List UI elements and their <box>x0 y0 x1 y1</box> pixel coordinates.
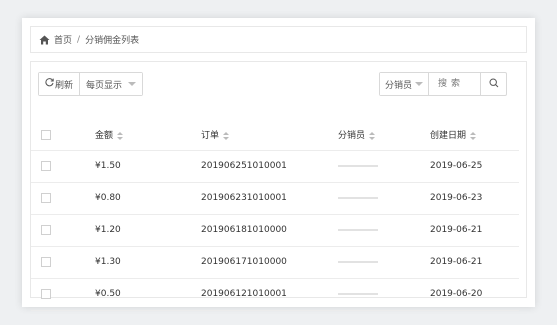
sort-icon <box>223 131 230 140</box>
amount-cell: ¥0.50 <box>83 278 191 311</box>
date-cell: 2019-06-21 <box>425 246 519 279</box>
row-check-cell <box>31 278 83 311</box>
breadcrumb-current: 分销佣金列表 <box>85 36 140 46</box>
breadcrumb-separator: / <box>77 34 81 45</box>
refresh-icon <box>45 78 54 90</box>
chevron-down-icon <box>128 82 137 86</box>
sort-icon <box>369 131 376 140</box>
commission-list-card: 首页 / 分销佣金列表 刷新 每页显示 分销员 搜索 金额 订单 分销员 创建日… <box>22 18 535 311</box>
seller-name-redacted <box>338 196 378 199</box>
table-panel: 刷新 每页显示 分销员 搜索 金额 订单 分销员 创建日期 ¥1.50 2019… <box>30 61 527 311</box>
page-size-label: 每页显示 <box>86 80 123 91</box>
seller-name-redacted <box>338 228 378 231</box>
table-row: ¥1.50 201906251010001 2019-06-25 <box>31 150 519 183</box>
seller-name-redacted <box>338 164 378 167</box>
amount-cell: ¥1.50 <box>83 150 191 183</box>
refresh-label: 刷新 <box>55 80 74 91</box>
order-cell: 201906251010001 <box>191 150 328 183</box>
page-size-dropdown[interactable]: 每页显示 <box>79 73 143 95</box>
column-header-date[interactable]: 创建日期 <box>425 120 519 151</box>
search-button[interactable] <box>480 73 506 95</box>
seller-name-redacted <box>338 292 378 295</box>
left-button-group: 刷新 每页显示 <box>38 72 144 96</box>
amount-cell: ¥1.30 <box>83 246 191 279</box>
breadcrumb: 首页 / 分销佣金列表 <box>30 26 527 53</box>
seller-cell <box>328 278 425 311</box>
order-cell: 201906121010001 <box>191 278 328 311</box>
table-header-row: 金额 订单 分销员 创建日期 <box>31 120 519 151</box>
seller-name-redacted <box>338 260 378 263</box>
breadcrumb-home-link[interactable]: 首页 <box>54 33 72 46</box>
column-header-label: 订单 <box>201 131 220 142</box>
row-check-cell <box>31 214 83 247</box>
order-cell: 201906231010001 <box>191 182 328 215</box>
commission-table: 金额 订单 分销员 创建日期 ¥1.50 201906251010001 201… <box>31 120 519 311</box>
column-header-label: 分销员 <box>338 131 366 142</box>
seller-filter-label: 分销员 <box>384 80 412 91</box>
column-header-amount[interactable]: 金额 <box>83 120 191 151</box>
amount-cell: ¥1.20 <box>83 214 191 247</box>
amount-cell: ¥0.80 <box>83 182 191 215</box>
row-checkbox[interactable] <box>41 256 51 267</box>
date-cell: 2019-06-20 <box>425 278 519 311</box>
row-checkbox[interactable] <box>41 288 51 299</box>
row-checkbox[interactable] <box>41 160 51 171</box>
search-group: 分销员 <box>378 72 507 96</box>
table-row: ¥0.50 201906121010001 2019-06-20 <box>31 278 519 311</box>
search-icon <box>488 77 499 91</box>
date-cell: 2019-06-25 <box>425 150 519 183</box>
table-row: ¥1.20 201906181010000 2019-06-21 <box>31 214 519 247</box>
row-check-cell <box>31 150 83 183</box>
chevron-down-icon <box>415 82 423 86</box>
sort-icon <box>470 131 477 140</box>
select-all-checkbox[interactable] <box>41 129 51 140</box>
column-header-label: 创建日期 <box>430 131 467 142</box>
date-cell: 2019-06-23 <box>425 182 519 215</box>
row-check-cell <box>31 246 83 279</box>
refresh-button[interactable]: 刷新 <box>39 73 80 95</box>
toolbar: 刷新 每页显示 分销员 <box>31 62 526 106</box>
select-all-cell <box>31 120 83 151</box>
home-icon[interactable] <box>39 35 50 45</box>
order-cell: 201906171010000 <box>191 246 328 279</box>
seller-cell <box>328 214 425 247</box>
table-row: ¥1.30 201906171010000 2019-06-21 <box>31 246 519 279</box>
seller-cell <box>328 246 425 279</box>
column-header-label: 金额 <box>95 131 114 142</box>
seller-cell <box>328 182 425 215</box>
seller-cell <box>328 150 425 183</box>
search-input[interactable] <box>428 73 480 95</box>
column-header-seller[interactable]: 分销员 <box>328 120 425 151</box>
column-header-order[interactable]: 订单 <box>191 120 328 151</box>
sort-icon <box>117 131 124 140</box>
row-checkbox[interactable] <box>41 192 51 203</box>
row-check-cell <box>31 182 83 215</box>
date-cell: 2019-06-21 <box>425 214 519 247</box>
seller-filter-dropdown[interactable]: 分销员 <box>379 73 428 95</box>
table-row: ¥0.80 201906231010001 2019-06-23 <box>31 182 519 215</box>
row-checkbox[interactable] <box>41 224 51 235</box>
order-cell: 201906181010000 <box>191 214 328 247</box>
